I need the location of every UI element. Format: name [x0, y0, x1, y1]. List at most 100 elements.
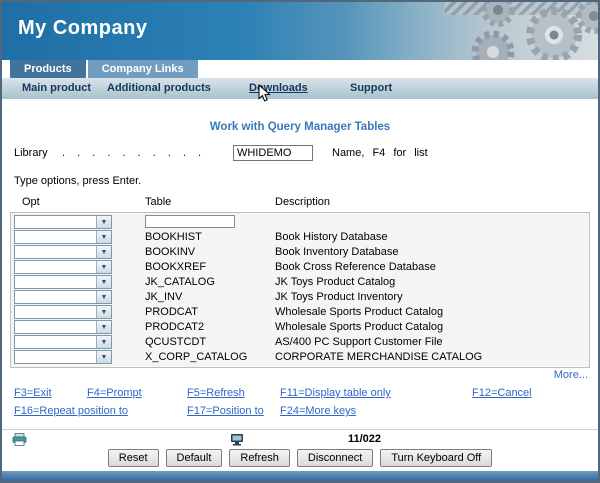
table-row: ▼ JK_CATALOG JK Toys Product Catalog: [11, 275, 589, 290]
chevron-down-icon[interactable]: ▼: [96, 246, 111, 258]
table-description-cell: Book Inventory Database: [275, 246, 399, 258]
table: ▼ ▼ BOOKHIST Book History Database ▼ BOO…: [10, 212, 590, 368]
chevron-down-glyph: ▼: [101, 354, 108, 361]
fkey-f4-prompt[interactable]: F4=Prompt: [87, 387, 142, 399]
table-row: ▼ PRODCAT Wholesale Sports Product Catal…: [11, 305, 589, 320]
table-name-cell: PRODCAT: [145, 306, 198, 318]
app-window: My Company: [0, 0, 600, 483]
fkey-f3-exit[interactable]: F3=Exit: [14, 387, 52, 399]
main-content: Work with Query Manager Tables Library .…: [2, 99, 598, 429]
cursor-position: 11/022: [348, 433, 381, 445]
gears-image: [350, 2, 598, 60]
table-name-cell: QCUSTCDT: [145, 336, 206, 348]
header: My Company: [2, 2, 598, 60]
table-name-cell: BOOKINV: [145, 246, 195, 258]
chevron-down-icon[interactable]: ▼: [96, 216, 111, 228]
opt-select[interactable]: ▼: [14, 305, 112, 319]
company-title: My Company: [18, 17, 147, 40]
opt-select[interactable]: ▼: [14, 335, 112, 349]
subnav-item-additional-products[interactable]: Additional products: [107, 82, 211, 94]
opt-select[interactable]: ▼: [14, 320, 112, 334]
chevron-down-icon[interactable]: ▼: [96, 321, 111, 333]
chevron-down-icon[interactable]: ▼: [96, 276, 111, 288]
table-row: ▼ QCUSTCDT AS/400 PC Support Customer Fi…: [11, 335, 589, 350]
chevron-down-glyph: ▼: [101, 219, 108, 226]
column-header-table: Table: [145, 196, 171, 208]
default-button[interactable]: Default: [166, 449, 223, 467]
more-link[interactable]: More...: [2, 369, 588, 381]
table-description-cell: Book Cross Reference Database: [275, 261, 436, 273]
opt-select[interactable]: ▼: [14, 350, 112, 364]
table-description-cell: AS/400 PC Support Customer File: [275, 336, 443, 348]
table-name-cell: JK_INV: [145, 291, 182, 303]
column-header-description: Description: [275, 196, 330, 208]
library-dots: . . . . . . . . . .: [62, 147, 201, 159]
chevron-down-icon[interactable]: ▼: [96, 291, 111, 303]
status-bar: 11/022: [2, 429, 598, 448]
chevron-down-icon[interactable]: ▼: [96, 351, 111, 363]
chevron-down-glyph: ▼: [101, 339, 108, 346]
turn-keyboard-off-button[interactable]: Turn Keyboard Off: [380, 449, 492, 467]
opt-select[interactable]: ▼: [14, 215, 112, 229]
fkey-f17-position-to[interactable]: F17=Position to: [187, 405, 264, 417]
disconnect-button[interactable]: Disconnect: [297, 449, 373, 467]
mouse-cursor: [258, 84, 271, 103]
chevron-down-icon[interactable]: ▼: [96, 306, 111, 318]
chevron-down-glyph: ▼: [101, 324, 108, 331]
table-name-cell: BOOKHIST: [145, 231, 202, 243]
library-row: Library . . . . . . . . . . Name, F4 for…: [14, 145, 598, 162]
fkey-f5-refresh[interactable]: F5=Refresh: [187, 387, 245, 399]
table-row: ▼ BOOKINV Book Inventory Database: [11, 245, 589, 260]
fkey-f24-more-keys[interactable]: F24=More keys: [280, 405, 356, 417]
table-name-cell: JK_CATALOG: [145, 276, 215, 288]
chevron-down-icon[interactable]: ▼: [96, 231, 111, 243]
printer-icon: [12, 433, 27, 446]
subnav-item-support[interactable]: Support: [350, 82, 392, 94]
terminal-icon: [230, 433, 244, 446]
table-description-cell: JK Toys Product Inventory: [275, 291, 403, 303]
opt-select[interactable]: ▼: [14, 260, 112, 274]
table-row: ▼ BOOKXREF Book Cross Reference Database: [11, 260, 589, 275]
chevron-down-icon[interactable]: ▼: [96, 261, 111, 273]
table-description-cell: Wholesale Sports Product Catalog: [275, 321, 443, 333]
chevron-down-glyph: ▼: [101, 264, 108, 271]
button-bar: Reset Default Refresh Disconnect Turn Ke…: [2, 448, 598, 471]
bottom-border-bar: [2, 471, 598, 481]
table-name-cell: X_CORP_CATALOG: [145, 351, 247, 363]
table-row-position: ▼: [11, 215, 589, 230]
library-hint: Name, F4 for list: [332, 147, 428, 159]
chevron-down-glyph: ▼: [101, 249, 108, 256]
table-description-cell: JK Toys Product Catalog: [275, 276, 395, 288]
library-input[interactable]: [233, 145, 313, 161]
library-label: Library: [14, 147, 48, 159]
table-description-cell: Wholesale Sports Product Catalog: [275, 306, 443, 318]
refresh-button[interactable]: Refresh: [229, 449, 290, 467]
opt-select[interactable]: ▼: [14, 290, 112, 304]
opt-select[interactable]: ▼: [14, 230, 112, 244]
chevron-down-glyph: ▼: [101, 279, 108, 286]
table-row: ▼ BOOKHIST Book History Database: [11, 230, 589, 245]
table-name-cell: BOOKXREF: [145, 261, 206, 273]
table-row: ▼ JK_INV JK Toys Product Inventory: [11, 290, 589, 305]
subnav-bar: Main product Additional products Downloa…: [2, 78, 598, 99]
chevron-down-glyph: ▼: [101, 294, 108, 301]
chevron-down-glyph: ▼: [101, 234, 108, 241]
tab-products[interactable]: Products: [10, 60, 86, 78]
fkey-f12-cancel[interactable]: F12=Cancel: [472, 387, 532, 399]
opt-select[interactable]: ▼: [14, 245, 112, 259]
opt-select[interactable]: ▼: [14, 275, 112, 289]
tab-company-links[interactable]: Company Links: [88, 60, 198, 78]
chevron-down-glyph: ▼: [101, 309, 108, 316]
reset-button[interactable]: Reset: [108, 449, 159, 467]
chevron-down-icon[interactable]: ▼: [96, 336, 111, 348]
tab-bar: Products Company Links: [2, 60, 598, 78]
fkey-f16-repeat-position[interactable]: F16=Repeat position to: [14, 405, 128, 417]
function-keys-row1: F3=Exit F4=Prompt F5=Refresh F11=Display…: [2, 387, 598, 401]
position-to-input[interactable]: [145, 215, 235, 228]
page-title: Work with Query Manager Tables: [2, 99, 598, 133]
subnav-item-main-product[interactable]: Main product: [22, 82, 91, 94]
fkey-f11-display-table[interactable]: F11=Display table only: [280, 387, 391, 399]
function-keys-row2: F16=Repeat position to F17=Position to F…: [2, 405, 598, 419]
column-header-opt: Opt: [22, 196, 40, 208]
table-name-cell: PRODCAT2: [145, 321, 204, 333]
